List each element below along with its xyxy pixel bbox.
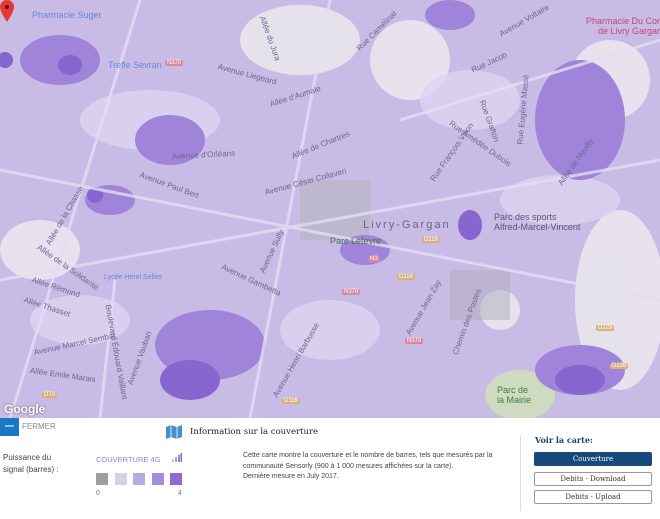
coverage-map[interactable]: Pharmacie Suger Tréfle Sevran Pharmacie … — [0, 0, 660, 418]
road-shield: D136 — [610, 363, 629, 369]
poi-parc-sports-line1: Parc des sports — [494, 212, 557, 222]
poi-trefle-sevran[interactable]: Tréfle Sevran — [108, 60, 162, 70]
view-map-label: Voir la carte: — [535, 435, 593, 445]
road-shield: N370 — [405, 338, 424, 344]
divider — [520, 435, 521, 511]
coverage-button[interactable]: Couverture — [534, 452, 652, 466]
map-icon — [166, 425, 182, 439]
signal-swatch-4 — [170, 473, 182, 485]
road-shield: D116 — [282, 398, 300, 404]
upload-speed-button[interactable]: Debits - Upload — [534, 490, 652, 504]
poi-pharmacie-cora[interactable]: Pharmacie Du Cora de Livry Gargan — [586, 16, 660, 36]
signal-bars-icon — [172, 453, 182, 462]
road-shield: D70 — [42, 392, 58, 398]
info-last-measure: Dernière mesure en July 2017. — [243, 473, 339, 480]
poi-pharmacie-cora-line1: Pharmacie Du Cora — [586, 16, 660, 26]
poi-parc-mairie-line2: la Mairie — [497, 395, 532, 405]
road-shield: D116 — [397, 274, 415, 280]
scale-max: 4 — [178, 490, 182, 497]
scale-min: 0 — [96, 490, 100, 497]
close-label[interactable]: FERMER — [22, 422, 56, 431]
signal-strength-label: Puissance du signal (barres) : — [3, 453, 59, 474]
signal-swatch-3 — [152, 473, 164, 485]
signal-swatch-0 — [96, 473, 108, 485]
location-pin-icon[interactable] — [0, 0, 14, 22]
city-label: Livry-Gargan — [363, 219, 451, 231]
road-shield: D116 — [422, 237, 440, 243]
road-shield: N370 — [342, 289, 361, 295]
info-title: Information sur la couverture — [190, 427, 319, 437]
poi-pharmacie-suger[interactable]: Pharmacie Suger — [32, 10, 102, 20]
google-logo: Google — [4, 402, 46, 416]
map-background — [0, 0, 660, 418]
signal-swatch-1 — [115, 473, 127, 485]
info-panel: – FERMER Puissance du signal (barres) : … — [0, 418, 660, 519]
close-button[interactable]: – — [0, 418, 19, 436]
road-shield: N370 — [165, 60, 184, 66]
poi-parc-sports[interactable]: Parc des sports Alfred-Marcel-Vincent — [494, 212, 580, 232]
download-speed-button[interactable]: Debits - Download — [534, 472, 652, 486]
poi-parc-mairie-line1: Parc de — [497, 385, 529, 395]
info-description: Cette carte montre la couverture et le n… — [243, 451, 518, 483]
poi-lycee[interactable]: Lycée Henri Sellier — [104, 273, 163, 283]
poi-parc-sports-line2: Alfred-Marcel-Vincent — [494, 222, 581, 232]
signal-swatch-2 — [133, 473, 145, 485]
road-shield: D129 — [596, 325, 615, 331]
road-shield: N3 — [368, 256, 380, 262]
coverage-4g-label: COUVERTURE 4G — [96, 455, 161, 464]
poi-pharmacie-cora-line2: de Livry Gargan — [598, 26, 660, 36]
poi-parc-lefevre[interactable]: Parc Lefevre — [330, 236, 381, 246]
info-text-body: Cette carte montre la couverture et le n… — [243, 452, 493, 470]
poi-parc-mairie[interactable]: Parc de la Mairie — [497, 385, 531, 405]
